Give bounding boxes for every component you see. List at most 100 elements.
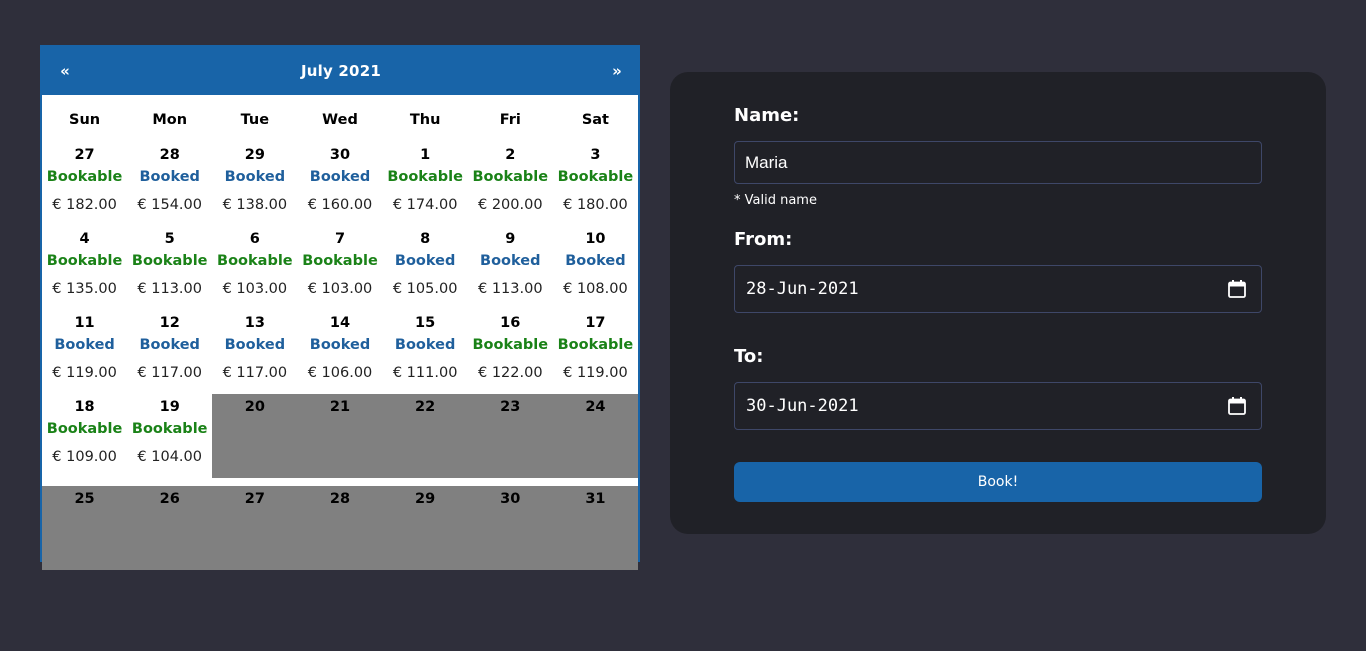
day-status: Booked (480, 253, 541, 269)
calendar-day[interactable]: 17 Bookable € 119.00 (553, 310, 638, 394)
calendar-day[interactable]: 29 Booked € 138.00 (212, 142, 297, 226)
day-number: 17 (585, 315, 606, 331)
day-number: 3 (590, 147, 601, 163)
day-price: € 138.00 (222, 197, 288, 213)
calendar-day[interactable]: 9 Booked € 113.00 (468, 226, 553, 310)
day-number: 29 (415, 491, 436, 507)
calendar-week-row: 25 26 27 28 29 30 31 (42, 478, 638, 570)
day-status: Bookable (46, 421, 123, 437)
calendar-day-disabled: 22 (382, 394, 468, 478)
day-number: 6 (249, 231, 260, 247)
calendar-header: « July 2021 » (42, 47, 638, 95)
day-price: € 117.00 (137, 365, 202, 381)
calendar-day[interactable]: 2 Bookable € 200.00 (468, 142, 553, 226)
day-price: € 109.00 (52, 449, 117, 465)
calendar-week-row: 18 Bookable € 109.00 19 Bookable € 104.00 20 21… (42, 394, 638, 478)
day-status: Bookable (46, 169, 123, 185)
booking-calendar: « July 2021 » Sun Mon Tue Wed Thu Fri Sat 27 Bo… (40, 45, 640, 570)
weekday-header: Sun (69, 111, 101, 128)
day-price: € 105.00 (392, 281, 458, 297)
day-number: 29 (244, 147, 265, 163)
calendar-day[interactable]: 19 Bookable € 104.00 (127, 394, 212, 478)
day-number: 25 (74, 491, 95, 507)
day-price: € 104.00 (137, 449, 202, 465)
from-date-input[interactable]: 28-Jun-2021 (734, 265, 1262, 313)
day-number: 16 (500, 315, 521, 331)
day-status: Booked (394, 253, 456, 269)
day-price: € 180.00 (563, 197, 628, 213)
calendar-day[interactable]: 4 Bookable € 135.00 (42, 226, 127, 310)
calendar-day[interactable]: 14 Booked € 106.00 (297, 310, 382, 394)
calendar-week-row: 11 Booked € 119.00 12 Booked € 117.00 13 Booked… (42, 310, 638, 394)
day-number: 18 (74, 399, 95, 415)
calendar-icon[interactable] (1227, 279, 1247, 299)
calendar-day-disabled: 24 (552, 394, 638, 478)
calendar-day[interactable]: 6 Bookable € 103.00 (212, 226, 297, 310)
calendar-day[interactable]: 18 Bookable € 109.00 (42, 394, 127, 478)
day-price: € 108.00 (563, 281, 628, 297)
prev-month-button[interactable]: « (56, 62, 74, 80)
day-number: 31 (585, 491, 606, 507)
calendar-icon[interactable] (1227, 396, 1247, 416)
day-price: € 160.00 (307, 197, 373, 213)
calendar-day[interactable]: 10 Booked € 108.00 (553, 226, 638, 310)
day-number: 12 (159, 315, 180, 331)
calendar-day[interactable]: 27 Bookable € 182.00 (42, 142, 127, 226)
calendar-day-disabled: 31 (552, 478, 638, 570)
day-status: Bookable (217, 253, 293, 269)
calendar-day-disabled: 23 (467, 394, 553, 478)
day-number: 24 (585, 399, 606, 415)
calendar-day[interactable]: 8 Booked € 105.00 (383, 226, 468, 310)
calendar-day[interactable]: 30 Booked € 160.00 (297, 142, 382, 226)
name-input-value: Maria (745, 152, 788, 172)
day-status: Bookable (557, 337, 634, 353)
day-number: 11 (74, 315, 95, 331)
day-price: € 113.00 (477, 281, 543, 297)
day-price: € 119.00 (563, 365, 628, 381)
day-price: € 119.00 (52, 365, 117, 381)
day-price: € 122.00 (477, 365, 543, 381)
day-number: 13 (244, 315, 265, 331)
calendar-day-disabled: 25 (42, 478, 128, 570)
day-number: 15 (415, 315, 436, 331)
calendar-day[interactable]: 11 Booked € 119.00 (42, 310, 127, 394)
day-number: 8 (420, 231, 431, 247)
calendar-day-disabled: 30 (467, 478, 553, 570)
to-label: To: (734, 346, 764, 367)
calendar-week-row: 4 Bookable € 135.00 5 Bookable € 113.00 6 Booka… (42, 226, 638, 310)
to-date-input[interactable]: 30-Jun-2021 (734, 382, 1262, 430)
day-price: € 154.00 (137, 197, 202, 213)
calendar-day[interactable]: 1 Bookable € 174.00 (383, 142, 468, 226)
day-price: € 103.00 (222, 281, 288, 297)
calendar-day[interactable]: 13 Booked € 117.00 (212, 310, 297, 394)
day-price: € 182.00 (52, 197, 117, 213)
day-number: 10 (585, 231, 606, 247)
name-input[interactable]: Maria (734, 141, 1262, 184)
day-price: € 113.00 (137, 281, 202, 297)
day-number: 22 (415, 399, 436, 415)
calendar-day-disabled: 28 (297, 478, 383, 570)
day-price: € 174.00 (392, 197, 458, 213)
from-label: From: (734, 229, 793, 250)
calendar-week-row: 27 Bookable € 182.00 28 Booked € 154.00 29 Book… (42, 142, 638, 226)
calendar-day[interactable]: 15 Booked € 111.00 (383, 310, 468, 394)
day-number: 21 (329, 399, 351, 415)
day-number: 7 (334, 231, 346, 247)
booking-form-card: Name: Maria * Valid name From: 28-Jun-20… (670, 72, 1326, 534)
name-validation-note: * Valid name (734, 193, 817, 208)
calendar-day[interactable]: 12 Booked € 117.00 (127, 310, 212, 394)
day-status: Booked (309, 337, 371, 353)
day-number: 30 (500, 491, 521, 507)
calendar-day[interactable]: 3 Bookable € 180.00 (553, 142, 638, 226)
calendar-day-disabled: 26 (127, 478, 213, 570)
calendar-day[interactable]: 5 Bookable € 113.00 (127, 226, 212, 310)
weekday-header: Mon (152, 111, 188, 128)
next-month-button[interactable]: » (608, 62, 626, 80)
day-number: 26 (159, 491, 180, 507)
calendar-day[interactable]: 16 Bookable € 122.00 (468, 310, 553, 394)
calendar-day[interactable]: 28 Booked € 154.00 (127, 142, 212, 226)
calendar-day-disabled: 20 (212, 394, 298, 478)
book-button[interactable]: Book! (734, 462, 1262, 502)
day-status: Booked (565, 253, 626, 269)
calendar-day[interactable]: 7 Bookable € 103.00 (297, 226, 382, 310)
